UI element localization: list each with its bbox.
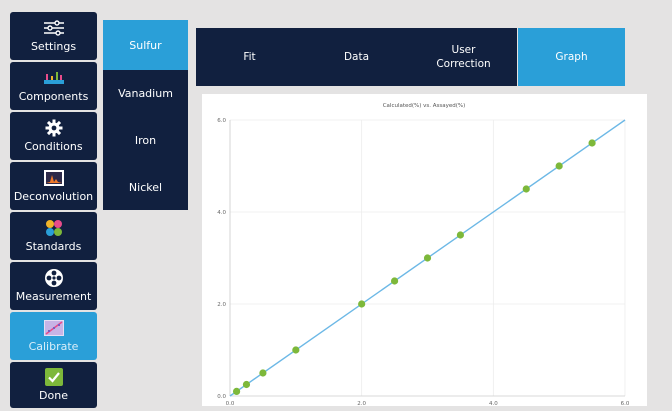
y-tick-label: 6.0 [217,118,226,124]
graph-panel: Calculated(%) vs. Assayed(%) 0.0 2.0 4.0 6.… [202,94,647,407]
nav-item-measurement[interactable]: Measurement [10,262,97,310]
x-tick-label: 6.0 [621,401,630,406]
nav-item-calibrate[interactable]: Calibrate [10,312,97,360]
element-label: Vanadium [118,87,173,100]
standards-dots-icon [43,219,65,237]
data-point [522,185,530,193]
data-point [292,346,300,354]
tab-graph[interactable]: Graph [518,28,625,86]
y-tick-label: 4.0 [217,210,226,216]
calibration-chart: Calculated(%) vs. Assayed(%) 0.0 2.0 4.0 6.… [217,103,630,407]
element-item-iron[interactable]: Iron [103,117,188,164]
calibration-tabs: Fit Data User Correction Graph [196,28,626,86]
gear-icon [43,119,65,137]
tab-label: Data [343,51,370,63]
element-label: Sulfur [129,38,162,52]
y-tick-label: 2.0 [217,302,226,308]
element-item-nickel[interactable]: Nickel [103,164,188,210]
y-tick-label: 0.0 [217,394,226,400]
nav-item-standards[interactable]: Standards [10,212,97,260]
data-point [358,300,366,308]
chart-title: Calculated(%) vs. Assayed(%) [383,103,466,109]
element-item-vanadium[interactable]: Vanadium [103,70,188,117]
data-point [390,277,399,285]
sliders-icon [43,19,65,37]
checkmark-icon [43,368,65,386]
data-point [259,369,267,377]
data-point [555,162,563,170]
tab-label-line1: User [451,44,476,56]
nav-item-components[interactable]: Components [10,62,97,110]
done-button[interactable]: Done [10,362,97,408]
nav-item-label: Calibrate [28,340,79,353]
nav-item-label: Deconvolution [13,190,94,203]
spectrum-icon [43,69,65,87]
element-label: Iron [134,134,157,147]
nav-item-settings[interactable]: Settings [10,12,97,60]
tab-user-correction[interactable]: User Correction [410,28,517,86]
data-point [232,387,241,395]
nav-item-label: Done [39,389,68,402]
x-tick-label: 0.0 [226,401,235,406]
nav-item-conditions[interactable]: Conditions [10,112,97,160]
peak-chart-icon [43,169,65,187]
tab-fit[interactable]: Fit [196,28,303,86]
data-point [242,380,251,389]
aperture-icon [43,269,65,287]
element-label: Nickel [128,180,163,194]
x-tick-label: 2.0 [357,401,366,406]
data-point [588,139,596,147]
nav-item-label: Components [18,90,89,103]
nav-item-label: Settings [30,40,77,53]
tab-label: Graph [555,51,588,63]
nav-item-deconvolution[interactable]: Deconvolution [10,162,97,210]
nav-item-label: Conditions [24,140,83,153]
nav-item-label: Standards [25,240,82,253]
data-point [423,254,432,262]
tab-data[interactable]: Data [303,28,410,86]
x-tick-label: 4.0 [489,401,498,406]
tab-label: Fit [243,51,256,63]
data-point [456,231,465,239]
element-item-sulfur[interactable]: Sulfur [103,20,188,70]
chart-ticks: 0.0 2.0 4.0 6.0 0.0 2.0 4.0 6.0 [217,118,630,407]
nav-item-label: Measurement [15,290,92,303]
tab-label-line2: Correction [436,58,491,70]
calibration-icon [43,319,65,337]
